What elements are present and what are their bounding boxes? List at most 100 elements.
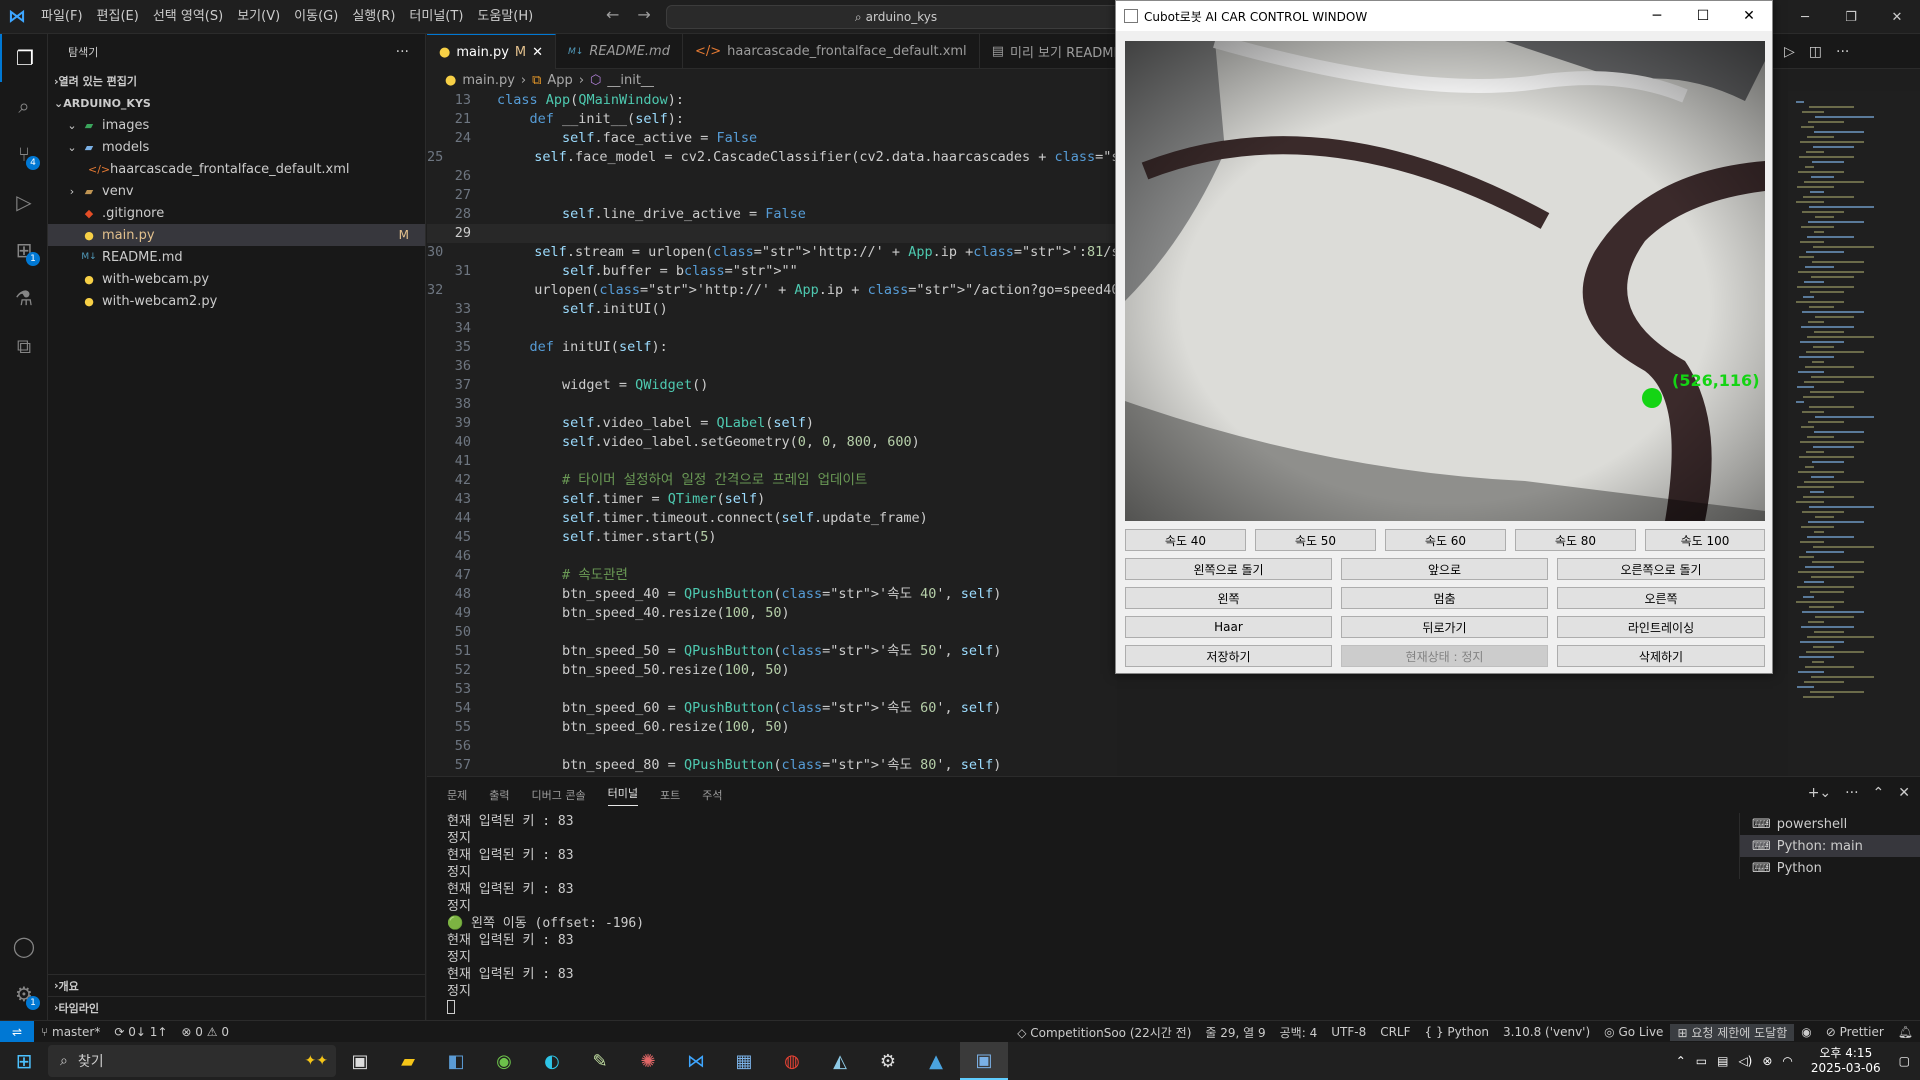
speed-50-button[interactable]: 속도 50 — [1255, 529, 1376, 551]
code-line[interactable]: 13 class App(QMainWindow): — [427, 91, 1117, 110]
close-icon[interactable]: ✕ — [1726, 1, 1772, 31]
account-icon[interactable]: ◯ — [0, 922, 48, 970]
code-line[interactable]: 36 — [427, 357, 1117, 376]
code-line[interactable]: 34 — [427, 319, 1117, 338]
extensions-icon[interactable]: ⊞ 1 — [0, 226, 48, 274]
code-line[interactable]: 27 — [427, 186, 1117, 205]
indentation[interactable]: 공백: 4 — [1273, 1024, 1325, 1041]
app-icon[interactable]: ✎ — [576, 1042, 624, 1080]
turn-right-button[interactable]: 오른쪽으로 돌기 — [1557, 558, 1765, 580]
copilot-icon[interactable]: ◉ — [1794, 1025, 1818, 1039]
speed-60-button[interactable]: 속도 60 — [1385, 529, 1506, 551]
code-line[interactable]: 41 — [427, 452, 1117, 471]
code-line[interactable]: 48 btn_speed_40 = QPushButton(class="str… — [427, 585, 1117, 604]
code-line[interactable]: 42 # 타이머 설정하여 일정 간격으로 프레임 업데이트 — [427, 471, 1117, 490]
vscode-icon[interactable]: ⋈ — [672, 1042, 720, 1080]
menu-file[interactable]: 파일(F) — [34, 0, 90, 34]
tree-item-gitignore[interactable]: ◆ .gitignore — [48, 202, 425, 224]
remote-icon[interactable]: ⇌ — [0, 1020, 34, 1043]
code-line[interactable]: 39 self.video_label = QLabel(self) — [427, 414, 1117, 433]
tree-item-images[interactable]: ⌄ ▰ images — [48, 114, 425, 136]
rate-limit-status[interactable]: ⊞ 요청 제한에 도달함 — [1670, 1023, 1795, 1041]
code-line[interactable]: 35 def initUI(self): — [427, 338, 1117, 357]
close-icon[interactable]: ✕ — [1874, 0, 1920, 34]
app-icon[interactable]: ◉ — [480, 1042, 528, 1080]
left-button[interactable]: 왼쪽 — [1125, 587, 1332, 609]
stop-button[interactable]: 멈춤 — [1341, 587, 1548, 609]
code-line[interactable]: 33 self.initUI() — [427, 300, 1117, 319]
line-ending[interactable]: CRLF — [1373, 1025, 1417, 1039]
code-line[interactable]: 49 btn_speed_40.resize(100, 50) — [427, 604, 1117, 623]
line-tracing-button[interactable]: 라인트레이싱 — [1557, 616, 1765, 638]
network-icon[interactable]: ▤ — [1717, 1054, 1728, 1068]
clock[interactable]: 오후 4:15 2025-03-06 — [1803, 1046, 1889, 1076]
tree-item-venv[interactable]: › ▰ venv — [48, 180, 425, 202]
tree-item-main-py[interactable]: ● main.py M — [48, 224, 425, 246]
menu-selection[interactable]: 선택 영역(S) — [146, 0, 230, 34]
chevron-up-icon[interactable]: ⌃ — [1676, 1054, 1686, 1068]
prettier-status[interactable]: ⊘ Prettier — [1819, 1025, 1891, 1039]
gear-icon[interactable]: ⚙ 1 — [0, 970, 48, 1018]
minimize-icon[interactable]: ─ — [1782, 0, 1828, 34]
backward-button[interactable]: 뒤로가기 — [1341, 616, 1548, 638]
restore-icon[interactable]: ❐ — [1828, 0, 1874, 34]
code-line[interactable]: 46 — [427, 547, 1117, 566]
blame-status[interactable]: ◇ CompetitionSoo (22시간 전) — [1010, 1024, 1198, 1041]
menu-help[interactable]: 도움말(H) — [470, 0, 540, 34]
bell-icon[interactable]: 🔔︎ — [1891, 1025, 1920, 1039]
terminal-item-python[interactable]: ⌨ Python — [1740, 857, 1920, 879]
branch-status[interactable]: ⑂ master* — [34, 1025, 107, 1039]
app-icon[interactable]: ✺ — [624, 1042, 672, 1080]
forward-button[interactable]: 앞으로 — [1341, 558, 1548, 580]
breadcrumb-class[interactable]: App — [547, 73, 572, 88]
more-actions-icon[interactable]: ··· — [1836, 44, 1849, 60]
code-line[interactable]: 52 btn_speed_50.resize(100, 50) — [427, 661, 1117, 680]
cursor-position[interactable]: 줄 29, 열 9 — [1198, 1024, 1272, 1041]
tab-problems[interactable]: 문제 — [447, 787, 467, 803]
minimize-icon[interactable]: ─ — [1634, 1, 1680, 31]
app-icon[interactable]: ◭ — [816, 1042, 864, 1080]
command-center[interactable]: ⌕ arduino_kys — [666, 5, 1126, 29]
edge-icon[interactable]: ◐ — [528, 1042, 576, 1080]
tree-item-with-webcam2[interactable]: ● with-webcam2.py — [48, 290, 425, 312]
menu-go[interactable]: 이동(G) — [287, 0, 345, 34]
code-line[interactable]: 37 widget = QWidget() — [427, 376, 1117, 395]
right-button[interactable]: 오른쪽 — [1557, 587, 1765, 609]
settings-icon[interactable]: ⚙ — [864, 1042, 912, 1080]
python-app-icon[interactable]: ▣ — [960, 1042, 1008, 1080]
code-line[interactable]: 56 — [427, 737, 1117, 756]
minimap[interactable] — [1788, 91, 1920, 776]
terminal-item-python-main[interactable]: ⌨ Python: main — [1740, 835, 1920, 857]
timeline-section[interactable]: › 타임라인 — [48, 996, 426, 1018]
run-icon[interactable]: ▷ — [1784, 44, 1795, 60]
app-icon[interactable]: ▲ — [912, 1042, 960, 1080]
maximize-icon[interactable]: ☐ — [1680, 1, 1726, 31]
encoding[interactable]: UTF-8 — [1324, 1025, 1373, 1039]
code-line[interactable]: 53 — [427, 680, 1117, 699]
code-line[interactable]: 26 — [427, 167, 1117, 186]
notification-icon[interactable]: ▢ — [1899, 1054, 1910, 1068]
more-actions-icon[interactable]: ··· — [1845, 785, 1858, 801]
app-icon[interactable]: ▦ — [720, 1042, 768, 1080]
tree-item-haarcascade[interactable]: </> haarcascade_frontalface_default.xml — [48, 158, 425, 180]
code-line[interactable]: 51 btn_speed_50 = QPushButton(class="str… — [427, 642, 1117, 661]
code-line[interactable]: 55 btn_speed_60.resize(100, 50) — [427, 718, 1117, 737]
taskbar-search[interactable]: ⌕ 찾기 ✦✦ — [48, 1045, 336, 1077]
tab-haarcascade[interactable]: </> haarcascade_frontalface_default.xml — [683, 34, 980, 69]
code-line[interactable]: 30 self.stream = urlopen(class="str">'ht… — [427, 243, 1117, 262]
windows-start-icon[interactable]: ⊞ — [0, 1042, 48, 1080]
tab-main-py[interactable]: ● main.py M ✕ — [427, 34, 557, 69]
tab-terminal[interactable]: 터미널 — [607, 785, 638, 806]
new-terminal-icon[interactable]: +⌄ — [1808, 785, 1831, 801]
code-line[interactable]: 47 # 속도관련 — [427, 566, 1117, 585]
sync-status[interactable]: ⟳ 0↓ 1↑ — [107, 1025, 174, 1039]
language-mode[interactable]: { } Python — [1418, 1025, 1497, 1039]
device-icon[interactable]: ▭ — [1696, 1054, 1707, 1068]
code-line[interactable]: 28 self.line_drive_active = False — [427, 205, 1117, 224]
delete-button[interactable]: 삭제하기 — [1557, 645, 1765, 667]
tab-ports[interactable]: 포트 — [660, 787, 680, 803]
menu-terminal[interactable]: 터미널(T) — [402, 0, 470, 34]
code-line[interactable]: 45 self.timer.start(5) — [427, 528, 1117, 547]
tree-item-readme[interactable]: M↓ README.md — [48, 246, 425, 268]
source-control-icon[interactable]: ⑂ 4 — [0, 130, 48, 178]
